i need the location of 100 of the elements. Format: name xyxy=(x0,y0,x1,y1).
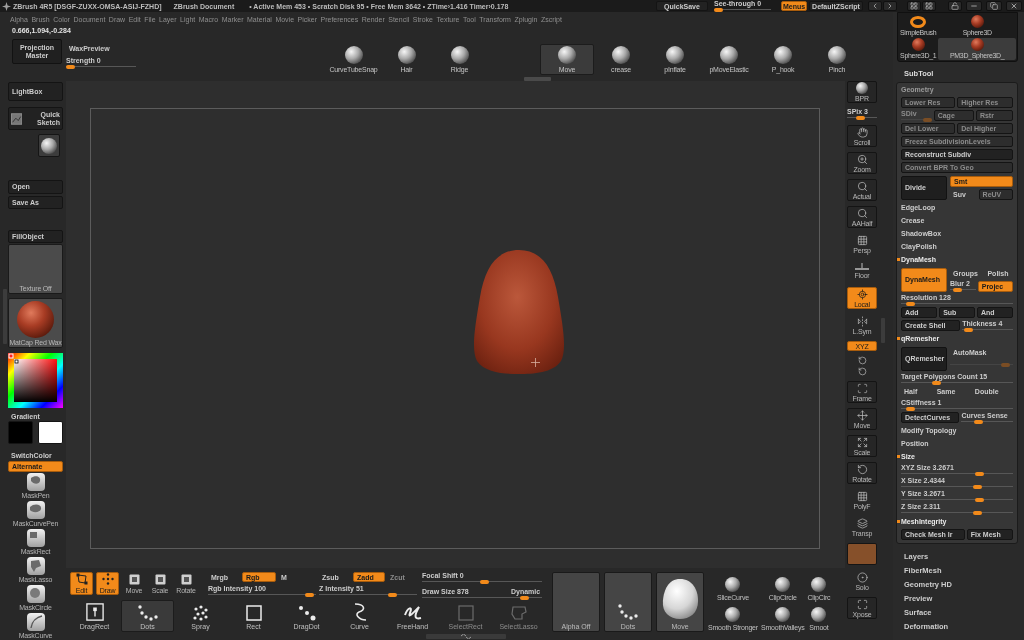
slider-track[interactable] xyxy=(961,419,1013,424)
brush-sphere-icon xyxy=(774,46,792,64)
slider-thumb[interactable] xyxy=(953,288,963,292)
brush-sphere-icon xyxy=(397,46,416,64)
material-sphere-icon xyxy=(17,301,54,339)
scan-icon xyxy=(856,382,868,394)
slider-track[interactable] xyxy=(950,288,976,292)
mask-brush-icon xyxy=(26,612,45,631)
brush-sphere-icon xyxy=(612,46,630,64)
rotate-icon xyxy=(856,463,868,475)
picker-marker-icon[interactable] xyxy=(14,359,19,364)
toggle-button[interactable] xyxy=(847,543,877,565)
maximize-icon xyxy=(856,598,868,610)
slider-track[interactable] xyxy=(714,8,771,12)
expand-icon xyxy=(856,436,868,448)
slider-thumb[interactable] xyxy=(906,301,916,306)
brush-sphere-icon xyxy=(344,46,363,64)
slider-track[interactable] xyxy=(962,327,1013,332)
drag-dot-icon xyxy=(297,605,316,621)
slider-thumb[interactable] xyxy=(973,484,983,489)
chevron-left-icon xyxy=(871,2,879,10)
grid-icon xyxy=(856,490,868,502)
zoom-in-icon xyxy=(856,153,868,165)
mask-brush-icon xyxy=(26,584,45,603)
search-icon xyxy=(856,180,868,192)
cursor-crosshair-icon xyxy=(531,358,540,367)
slider-track[interactable] xyxy=(422,580,542,584)
color-picker[interactable] xyxy=(8,353,63,409)
slider-thumb[interactable] xyxy=(931,380,941,385)
mask-brush-icon xyxy=(26,556,45,575)
slider-thumb[interactable] xyxy=(973,510,983,515)
brush-sphere-icon xyxy=(666,46,684,64)
logo-icon xyxy=(2,1,11,11)
slider-track[interactable] xyxy=(847,116,877,120)
rotate-icon[interactable] xyxy=(857,356,867,365)
curve-icon xyxy=(352,603,367,621)
slider-thumb[interactable] xyxy=(964,327,974,332)
slider-thumb[interactable] xyxy=(479,580,489,584)
freehand-icon xyxy=(403,605,422,621)
slider-thumb[interactable] xyxy=(975,471,985,476)
polygon-edit-icon xyxy=(75,573,88,585)
brush-sphere-icon xyxy=(558,46,576,64)
dots-arc-icon xyxy=(137,605,158,621)
minimize-button[interactable] xyxy=(966,1,982,11)
slider-thumb[interactable] xyxy=(906,406,916,411)
thumbnail-button[interactable] xyxy=(38,134,60,158)
brush-sphere-icon xyxy=(450,46,469,64)
close-button[interactable] xyxy=(1006,1,1022,11)
layout-grid-icon xyxy=(925,2,933,10)
layout-grid-icon xyxy=(910,2,918,10)
brush-sphere-icon xyxy=(725,577,741,592)
slider-track[interactable] xyxy=(422,596,542,600)
layout-button[interactable] xyxy=(922,1,936,11)
brush-sphere-icon xyxy=(725,607,741,622)
slider-track[interactable] xyxy=(208,593,316,597)
mask-brush-icon xyxy=(26,500,45,519)
slider-track[interactable] xyxy=(319,593,417,597)
sketch-picture-icon xyxy=(11,111,23,126)
flip-icon xyxy=(856,315,868,327)
slider-thumb[interactable] xyxy=(519,596,529,600)
box-icon xyxy=(128,573,140,585)
sphere-icon xyxy=(970,14,984,28)
slider-thumb[interactable] xyxy=(388,593,398,597)
restore-button[interactable] xyxy=(986,1,1002,11)
up-down-arrows-icon xyxy=(461,634,471,639)
chevron-right-icon xyxy=(886,2,894,10)
mask-brush-icon xyxy=(26,528,45,547)
sphere-icon xyxy=(911,38,925,51)
box-icon xyxy=(154,573,166,585)
brush-sphere-icon xyxy=(775,577,791,592)
sphere-icon xyxy=(856,82,868,94)
lock-button[interactable] xyxy=(948,1,962,11)
select-rect-icon xyxy=(457,605,474,621)
circle-dot-icon xyxy=(856,571,868,583)
sphere-icon xyxy=(41,137,57,154)
color-swatch-icon[interactable] xyxy=(8,421,33,445)
slider-thumb[interactable] xyxy=(975,497,985,502)
restore-icon xyxy=(990,2,998,10)
spray-icon xyxy=(192,605,209,621)
lasso-icon xyxy=(509,605,528,621)
slider-track[interactable] xyxy=(66,65,136,69)
slider-thumb[interactable] xyxy=(66,65,75,69)
slider-thumb[interactable] xyxy=(856,116,866,120)
lock-icon xyxy=(951,2,959,10)
grid-icon xyxy=(856,234,868,246)
search-icon xyxy=(856,207,868,219)
color-swatch-icon[interactable] xyxy=(38,421,63,445)
slider-thumb[interactable] xyxy=(714,8,723,12)
minimize-icon xyxy=(970,2,978,10)
square-icon xyxy=(245,605,262,621)
blob-icon xyxy=(661,578,699,620)
slider-thumb[interactable] xyxy=(974,419,984,424)
scroll-right-button[interactable] xyxy=(883,1,897,11)
shelf-handle[interactable] xyxy=(426,634,506,639)
brush-sphere-icon xyxy=(811,577,827,592)
move-icon xyxy=(856,409,868,421)
rotate-icon[interactable] xyxy=(857,367,867,376)
slider-thumb[interactable] xyxy=(305,593,314,597)
scroll-left-button[interactable] xyxy=(868,1,882,11)
layout-button[interactable] xyxy=(907,1,921,11)
